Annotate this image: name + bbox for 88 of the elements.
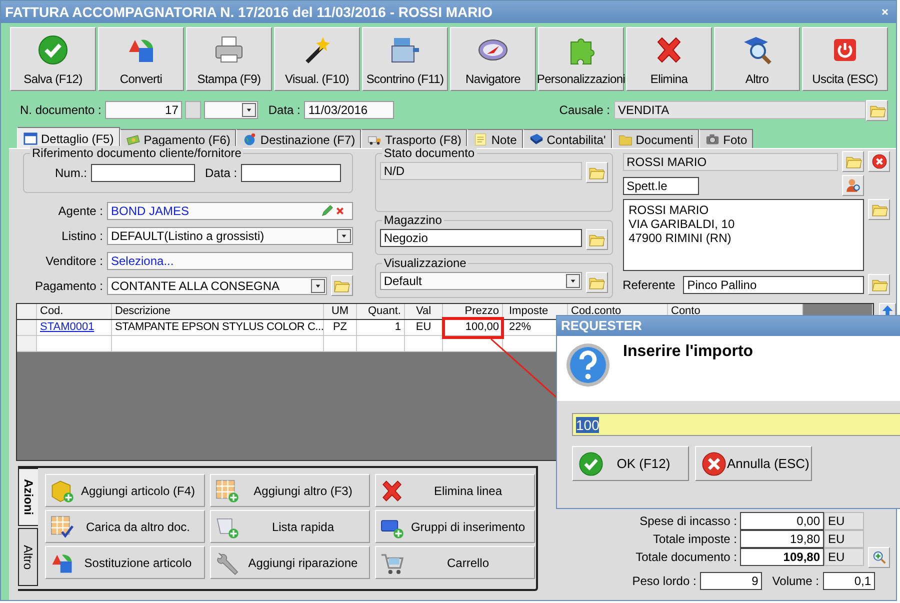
tab[interactable]: Foto [699,129,754,149]
field-label: Agente : [57,204,103,218]
dialog-message: Inserire l'importo [623,343,754,361]
tab[interactable]: Contabilita' [522,129,612,149]
column-header[interactable]: Val [405,304,443,319]
currency-field[interactable]: EU [824,548,864,566]
action-button[interactable]: Carrello [375,546,535,579]
currency-field[interactable]: EU [824,530,864,548]
total-value[interactable]: 19,80 [740,530,824,548]
action-button[interactable]: Aggiungi articolo (F4) [45,474,205,507]
dropdown[interactable]: Default [380,272,582,290]
address-line: 47900 RIMINI (RN) [628,231,732,245]
toolbar-button[interactable]: Converti [98,27,184,91]
reason-field[interactable]: VENDITA [614,101,866,119]
toolbar-button[interactable]: Personalizzazioni [538,27,624,91]
field-label: N. documento : [20,103,102,117]
action-button[interactable]: Sostituzione articolo [45,546,205,579]
toolbar-button[interactable]: Scontrino (F11) [362,27,448,91]
dropdown[interactable]: CONTANTE ALLA CONSEGNA [107,276,327,294]
ok-button[interactable]: OK (F12) [572,446,689,481]
table-cell: STAMPANTE EPSON STYLUS COLOR C... [112,320,324,335]
column-header[interactable]: UM [324,304,357,319]
field-label: Num.: [55,166,88,180]
action-button[interactable]: Lista rapida [210,510,370,543]
field-label: Peso lordo : [632,574,696,588]
total-value[interactable]: 109,80 [740,548,824,566]
field-label: Referente [622,278,676,292]
field-label: Listino : [60,228,103,242]
action-button[interactable]: Carica da altro doc. [45,510,205,543]
table-cell: PZ [324,320,357,335]
total-label: Spese di incasso : [640,514,737,528]
window-title: FATTURA ACCOMPAGNATORIA N. 17/2016 del 11/03/2016 - ROSSI MARIO [5,4,494,20]
tab[interactable]: Documenti [612,129,700,149]
field-label: Data : [205,166,238,180]
agent-field[interactable]: BOND JAMES [107,202,353,220]
column-header[interactable]: Quant. [357,304,405,319]
customer-field[interactable]: ROSSI MARIO [622,152,838,170]
tab[interactable]: Destinazione (F7) [236,129,362,149]
toolbar-button[interactable]: Uscita (ESC) [802,27,888,91]
group-title: Riferimento documento cliente/fornitore [30,146,244,160]
tab[interactable]: Altro [18,528,38,586]
total-label: Totale imposte : [652,532,737,546]
toolbar-button[interactable]: Visual. (F10) [274,27,360,91]
table-cell: 100,00 [443,320,503,335]
toolbar-button[interactable]: Salva (F12) [10,27,96,91]
field-label: Venditore : [44,254,103,268]
toolbar-button[interactable]: Elimina [626,27,712,91]
date-field[interactable]: 11/03/2016 [304,101,394,119]
table-cell: EU [405,320,443,335]
action-button[interactable]: Aggiungi riparazione [210,546,370,579]
address-line: ROSSI MARIO [628,203,710,217]
column-header[interactable]: Prezzo [443,304,503,319]
contact-field[interactable]: Pinco Pallino [683,276,864,294]
field-label: Pagamento : [34,278,103,292]
dialog-title: REQUESTER [557,316,900,336]
column-header[interactable]: Cod. [37,304,112,319]
status-field[interactable]: N/D [380,162,582,180]
action-button[interactable]: Elimina linea [375,474,535,507]
field-label: Causale : [559,103,610,117]
volume-field[interactable]: 0,1 [823,572,875,590]
toolbar-button[interactable]: Altro [714,27,800,91]
field-label: Volume : [772,574,819,588]
toolbar-button[interactable]: Stampa (F9) [186,27,272,91]
total-value[interactable]: 0,00 [740,512,824,530]
action-button[interactable]: Gruppi di inserimento [375,510,535,543]
item-code-link[interactable]: STAM0001 [40,321,94,333]
group-title: Visualizzazione [382,256,468,270]
document-number-field[interactable]: 17 [105,101,182,119]
tab[interactable]: Note [467,129,523,149]
dropdown[interactable]: DEFAULT(Listino a grossisti) [107,226,353,244]
amount-field[interactable]: 100 [572,413,900,436]
address-field[interactable]: ROSSI MARIO VIA GARIBALDI, 10 47900 RIMINI (RN) [622,199,864,271]
warehouse-field[interactable]: Negozio [380,229,582,247]
cancel-button[interactable]: Annulla (ESC) [695,446,812,481]
field-label: Data : [268,103,300,117]
tab[interactable]: Azioni [18,468,38,526]
toolbar-button[interactable]: Navigatore [450,27,536,91]
salutation-field[interactable]: Spett.le [622,176,699,194]
column-header[interactable]: Descrizione [112,304,324,319]
total-label: Totale documento : [636,550,737,564]
group-title: Stato documento [382,146,477,160]
address-line: VIA GARIBALDI, 10 [628,217,736,231]
table-cell: 1 [357,320,405,335]
weight-field[interactable]: 9 [700,572,762,590]
group-title: Magazzino [382,213,444,227]
currency-field[interactable]: EU [824,512,864,530]
action-button[interactable]: Aggiungi altro (F3) [210,474,370,507]
seller-field[interactable]: Seleziona... [107,252,353,270]
